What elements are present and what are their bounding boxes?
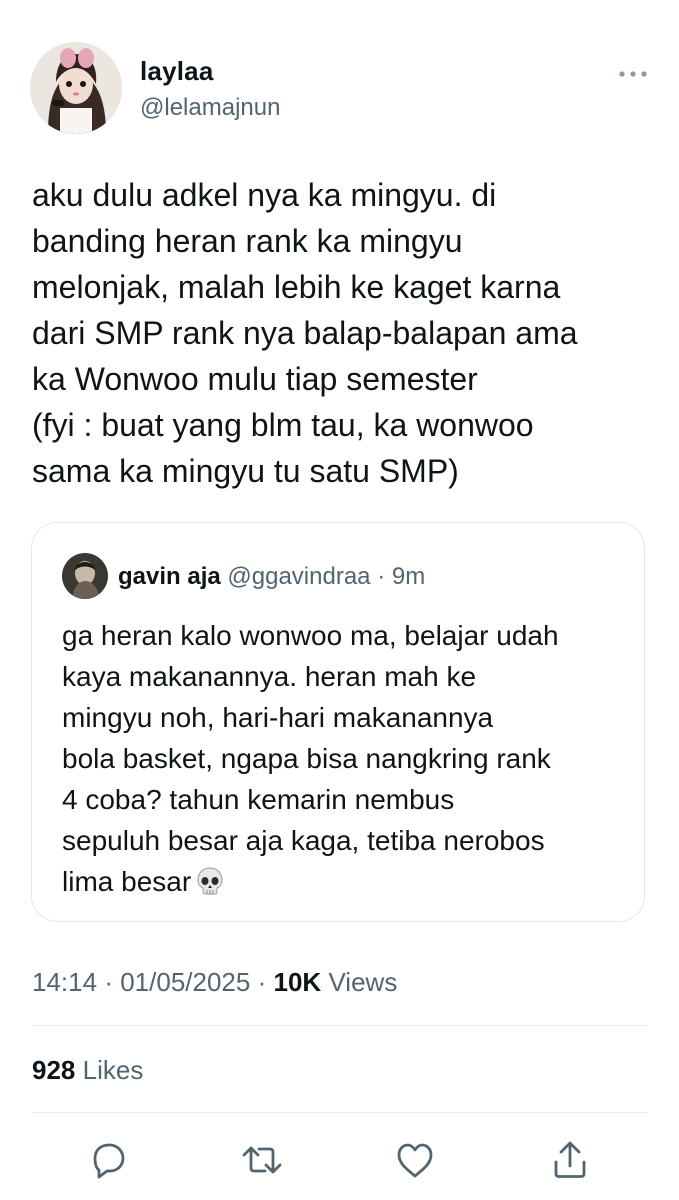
- quoted-time: 9m: [391, 563, 426, 590]
- like-icon[interactable]: [393, 1138, 437, 1182]
- quoted-tweet-card[interactable]: gavin aja @ggavindraa · 9m ga heran kalo…: [31, 522, 645, 922]
- quoted-text-line: lima besar: [62, 866, 192, 897]
- tweet-text: aku dulu adkel nya ka mingyu. di banding…: [32, 172, 652, 494]
- quoted-text-line: 4 coba? tahun kemarin nembus: [62, 784, 455, 815]
- likes-stat[interactable]: 928 Likes: [32, 1055, 143, 1086]
- tweet-text-line: ka Wonwoo mulu tiap semester: [32, 361, 478, 397]
- divider: [32, 1025, 648, 1026]
- tweet-time[interactable]: 14:14: [32, 967, 97, 997]
- tweet-date[interactable]: 01/05/2025: [120, 967, 250, 997]
- views-label: Views: [328, 967, 398, 997]
- quoted-author-avatar: [62, 553, 108, 599]
- quoted-text-line: sepuluh besar aja kaga, tetiba nerobos: [62, 825, 545, 856]
- likes-count: 928: [32, 1055, 76, 1085]
- share-icon[interactable]: [548, 1138, 592, 1182]
- quoted-text-line: kaya makanannya. heran mah ke: [62, 661, 477, 692]
- tweet-text-line: dari SMP rank nya balap-balapan ama: [32, 315, 578, 351]
- author-handle[interactable]: @lelamajnun: [140, 94, 280, 122]
- quoted-handle: @ggavindraa: [227, 563, 371, 590]
- skull-emoji-icon: [195, 866, 225, 896]
- quoted-tweet-header: gavin aja @ggavindraa · 9m: [118, 563, 425, 591]
- quoted-text-line: ga heran kalo wonwoo ma, belajar udah: [62, 620, 559, 651]
- tweet-text-line: (fyi : buat yang blm tau, ka wonwoo: [32, 407, 534, 443]
- quoted-separator: ·: [377, 563, 386, 590]
- retweet-icon[interactable]: [240, 1138, 284, 1182]
- tweet-text-line: banding heran rank ka mingyu: [32, 223, 463, 259]
- quoted-text-line: bola basket, ngapa bisa nangkring rank: [62, 743, 551, 774]
- tweet-text-line: melonjak, malah lebih ke kaget karna: [32, 269, 561, 305]
- tweet-text-line: sama ka mingyu tu satu SMP): [32, 453, 459, 489]
- divider: [32, 1112, 648, 1113]
- reply-icon[interactable]: [87, 1138, 131, 1182]
- tweet-meta: 14:14 · 01/05/2025 · 10K Views: [32, 967, 397, 998]
- action-bar: [0, 1138, 679, 1182]
- quoted-text-line-last: lima besar: [62, 861, 632, 902]
- quoted-text-line: mingyu noh, hari-hari makanannya: [62, 702, 494, 733]
- tweet-header: laylaa @lelamajnun: [30, 42, 650, 134]
- quoted-tweet-text: ga heran kalo wonwoo ma, belajar udah ka…: [62, 615, 632, 902]
- meta-separator: ·: [104, 967, 113, 997]
- author-avatar[interactable]: [30, 42, 122, 134]
- meta-separator: ·: [257, 967, 267, 997]
- more-horizontal-icon[interactable]: [616, 64, 650, 84]
- tweet-text-line: aku dulu adkel nya ka mingyu. di: [32, 177, 497, 213]
- quoted-display-name: gavin aja: [118, 563, 221, 590]
- likes-label: Likes: [82, 1055, 144, 1085]
- views-count: 10K: [273, 967, 322, 997]
- author-display-name[interactable]: laylaa: [140, 56, 214, 87]
